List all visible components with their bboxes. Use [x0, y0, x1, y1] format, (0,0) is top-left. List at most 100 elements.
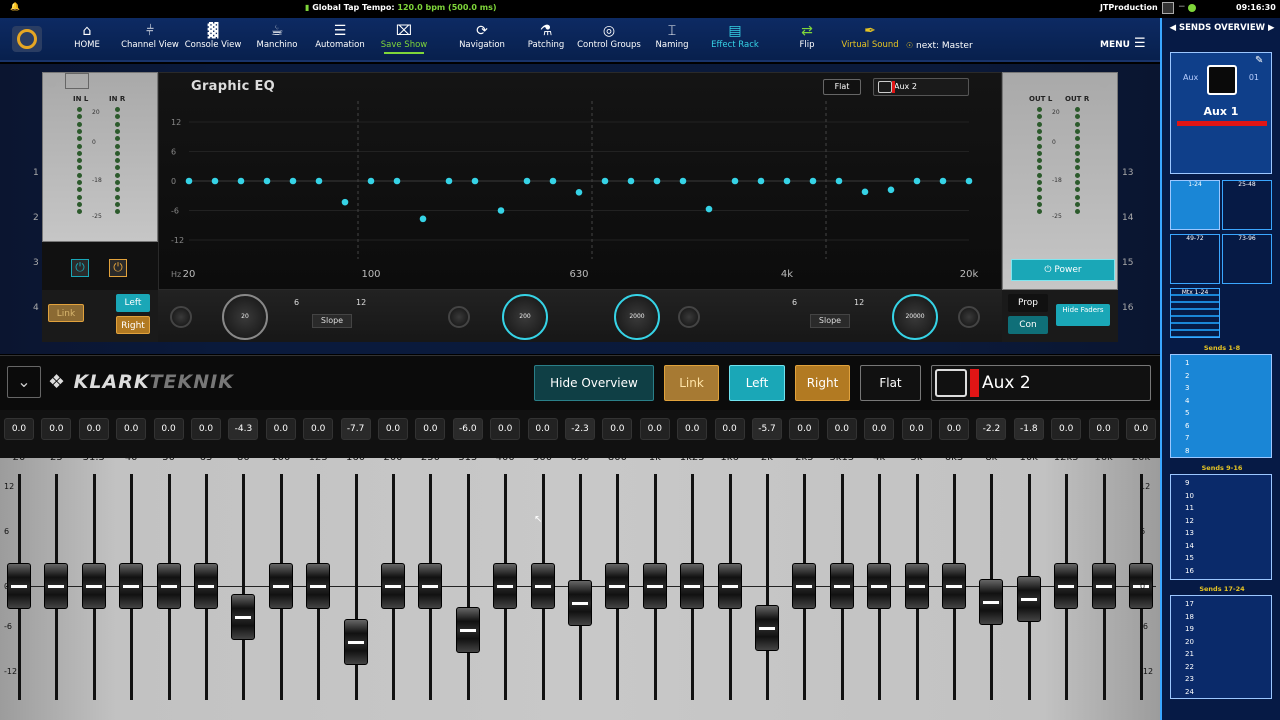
fader-knob[interactable] [81, 563, 106, 609]
send-item[interactable]: 20 [1185, 638, 1194, 646]
send-item[interactable]: 12 [1185, 517, 1194, 525]
group-tile[interactable]: 1-24 [1170, 180, 1220, 230]
fader-knob[interactable] [755, 604, 779, 651]
fader-knob[interactable] [493, 563, 518, 609]
fader-knob[interactable] [642, 563, 667, 609]
fader-knob[interactable] [867, 563, 892, 609]
eq-band-point[interactable] [471, 177, 479, 185]
band-value[interactable]: 0.0 [527, 418, 558, 440]
send-item[interactable]: 23 [1185, 675, 1194, 683]
send-item[interactable]: 16 [1185, 567, 1194, 575]
band-value[interactable]: -4.3 [228, 418, 259, 440]
small-knob[interactable] [448, 306, 470, 328]
band-value[interactable]: 0.0 [864, 418, 895, 440]
eye-icon[interactable]: ◉ [47, 76, 63, 92]
band-value[interactable]: -7.7 [340, 418, 371, 440]
band-value[interactable]: -1.8 [1013, 418, 1044, 440]
band-value[interactable]: 0.0 [1126, 418, 1156, 440]
send-item[interactable]: 3 [1185, 384, 1189, 392]
frequency-knob[interactable]: 2000 [614, 294, 660, 340]
send-item[interactable]: 1 [1185, 359, 1189, 367]
eq-band-point[interactable] [341, 198, 349, 206]
fader-knob[interactable] [194, 563, 218, 609]
eq-band-point[interactable] [757, 177, 765, 185]
fader-knob[interactable] [418, 563, 443, 609]
flat-button[interactable]: Flat [860, 365, 921, 401]
send-item[interactable]: 10 [1185, 492, 1194, 500]
eq-graph[interactable]: Graphic EQ Flat Aux 2 12 6 0 -6 -12 Hz 20 100 63… [158, 72, 1002, 290]
eq-curve-plot[interactable]: 12 6 0 -6 -12 Hz 20 100 630 4k 20k [159, 73, 1003, 291]
band-value[interactable]: 0.0 [4, 418, 34, 440]
group-tile[interactable]: 49-72 [1170, 234, 1220, 284]
eq-band-point[interactable] [445, 177, 453, 185]
fader-knob[interactable] [1091, 563, 1116, 609]
eq-band-point[interactable] [367, 177, 375, 185]
frequency-knob[interactable]: 20 [222, 294, 268, 340]
eq-band-point[interactable] [783, 177, 791, 185]
bell-icon[interactable]: 🔔 [10, 2, 20, 11]
fader-knob[interactable] [904, 563, 929, 609]
band-value[interactable]: 0.0 [789, 418, 820, 440]
eq-band-point[interactable] [263, 177, 271, 185]
frequency-knob[interactable]: 20000 [892, 294, 938, 340]
fader-knob[interactable] [717, 563, 742, 609]
logo-icon[interactable] [12, 26, 42, 52]
sends-17-24-list[interactable]: 17 18 19 20 21 22 23 24 [1170, 595, 1272, 699]
send-item[interactable]: 7 [1185, 434, 1189, 442]
link-icon[interactable] [1188, 4, 1196, 12]
band-value[interactable]: 0.0 [826, 418, 857, 440]
fader-knob[interactable] [381, 563, 405, 609]
fader-knob[interactable] [568, 579, 592, 626]
band-value[interactable]: 0.0 [78, 418, 109, 440]
fader-knob[interactable] [792, 563, 817, 609]
fader-knob[interactable] [156, 563, 181, 609]
fader-knob[interactable] [343, 619, 368, 666]
send-item[interactable]: 13 [1185, 529, 1194, 537]
eq-band-point[interactable] [549, 177, 557, 185]
eq-band-point[interactable] [289, 177, 297, 185]
power-right-icon[interactable]: ⏻ [109, 259, 127, 277]
fader-knob[interactable] [231, 594, 256, 641]
fader-knob[interactable] [605, 563, 630, 609]
small-knob[interactable] [678, 306, 700, 328]
band-value[interactable]: 0.0 [714, 418, 745, 440]
eq-band-point[interactable] [913, 177, 921, 185]
eq-band-point[interactable] [601, 177, 609, 185]
band-value[interactable]: -2.2 [976, 418, 1007, 440]
fader-knob[interactable] [306, 563, 331, 609]
link-button[interactable]: Link [664, 365, 719, 401]
band-value[interactable]: 0.0 [415, 418, 446, 440]
nav-effect-rack[interactable]: ▤ Effect Rack [697, 22, 773, 58]
fader-knob[interactable] [268, 563, 293, 609]
hide-overview-button[interactable]: Hide Overview [534, 365, 654, 401]
band-value[interactable]: 0.0 [677, 418, 708, 440]
eq-band-point[interactable] [939, 177, 947, 185]
fader-knob[interactable] [680, 563, 705, 609]
eq-band-point[interactable] [185, 177, 193, 185]
eq-band-point[interactable] [419, 215, 427, 223]
fader-knob[interactable] [829, 563, 854, 609]
group-tile[interactable]: 73-96 [1222, 234, 1272, 284]
band-value[interactable]: 0.0 [602, 418, 633, 440]
small-knob[interactable] [170, 306, 192, 328]
fader-knob[interactable] [1016, 576, 1041, 623]
group-tile[interactable]: 25-48 [1222, 180, 1272, 230]
send-item[interactable]: 22 [1185, 663, 1194, 671]
band-value[interactable]: 0.0 [639, 418, 670, 440]
eq-band-point[interactable] [497, 207, 505, 214]
eq-band-point[interactable] [861, 188, 869, 196]
band-value[interactable]: -6.0 [452, 418, 483, 440]
send-item[interactable]: 4 [1185, 397, 1189, 405]
eq-band-point[interactable] [965, 177, 973, 185]
send-item[interactable]: 5 [1185, 409, 1189, 417]
eq-right-button[interactable]: Right [116, 316, 150, 334]
fader-knob[interactable] [44, 563, 69, 609]
fader-knob[interactable] [530, 563, 555, 609]
power-left-icon[interactable]: ⏻ [71, 259, 89, 277]
band-value[interactable]: 0.0 [41, 418, 72, 440]
eq-band-point[interactable] [237, 177, 245, 185]
left-button[interactable]: Left [729, 365, 785, 401]
power-button[interactable]: ⏻ Power [1011, 259, 1115, 281]
eq-band-point[interactable] [705, 205, 713, 213]
band-value[interactable]: 0.0 [153, 418, 184, 440]
